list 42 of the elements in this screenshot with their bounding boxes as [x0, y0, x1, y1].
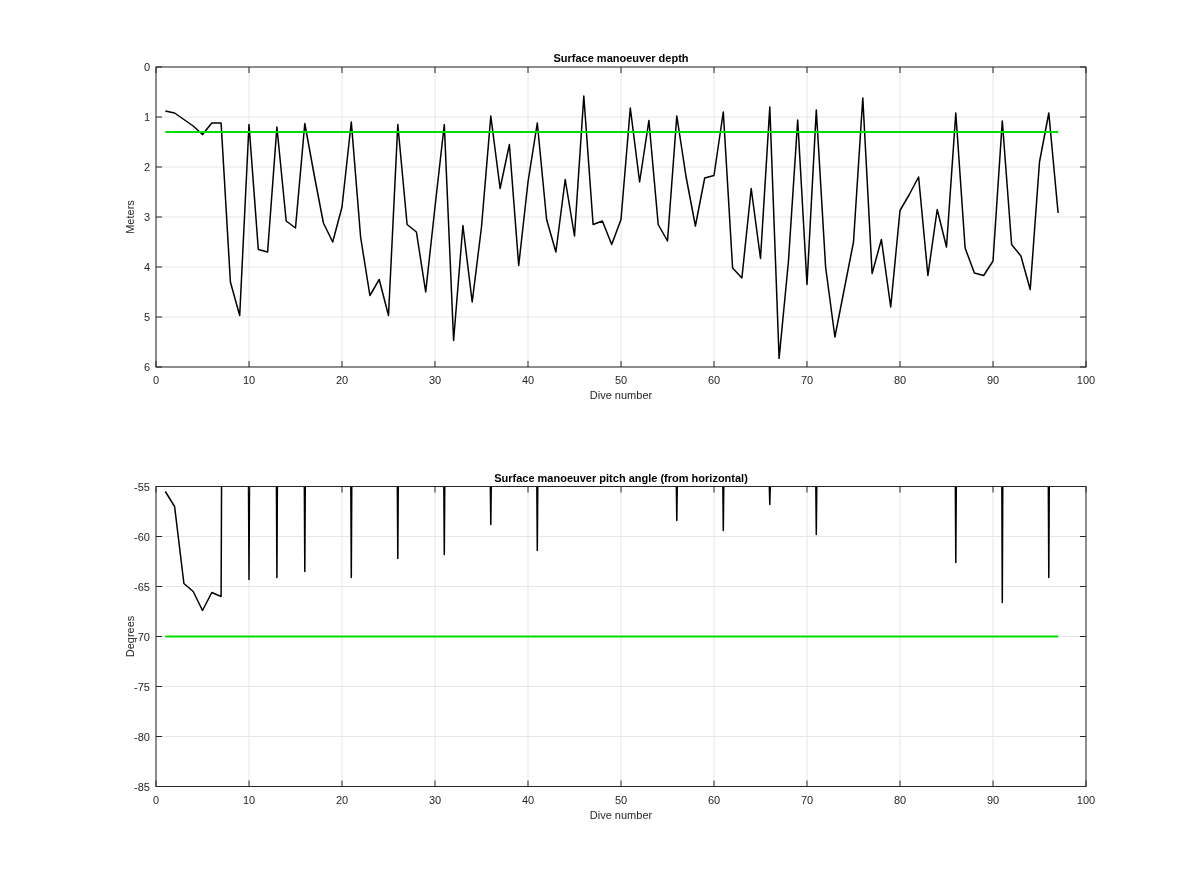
x-tick-label: 100 [1076, 793, 1096, 805]
y-tick-label: 1 [143, 111, 150, 123]
x-tick-label: 100 [1076, 374, 1096, 386]
x-axis-label: Dive number [589, 808, 653, 820]
x-tick-label: 20 [335, 374, 349, 386]
y-tick-label: 2 [143, 161, 150, 173]
y-tick-label: 4 [143, 261, 150, 273]
x-tick-label: 70 [800, 793, 814, 805]
y-tick-label: -75 [134, 680, 150, 692]
y-tick-label: -70 [134, 630, 150, 642]
x-tick-label: 0 [152, 793, 160, 805]
x-tick-label: 60 [707, 374, 721, 386]
x-tick-label: 10 [242, 793, 256, 805]
x-tick-label: 20 [335, 793, 349, 805]
y-tick-label: 3 [143, 211, 150, 223]
x-tick-label: 40 [521, 793, 535, 805]
x-tick-label: 90 [986, 793, 1000, 805]
chart-title: Surface manoeuver depth [553, 52, 689, 64]
x-tick-label: 0 [152, 374, 160, 386]
y-axis-label: Meters [124, 200, 136, 234]
y-tick-label: -85 [134, 780, 150, 792]
x-tick-label: 30 [428, 793, 442, 805]
x-tick-label: 90 [986, 374, 1000, 386]
x-tick-label: 80 [893, 374, 907, 386]
x-tick-label: 10 [242, 374, 256, 386]
y-axis-label: Degrees [124, 615, 136, 657]
y-tick-label: -65 [134, 580, 150, 592]
x-tick-label: 40 [521, 374, 535, 386]
x-tick-label: 80 [893, 793, 907, 805]
y-tick-label: -60 [134, 530, 150, 542]
y-tick-label: -80 [134, 730, 150, 742]
x-tick-label: 60 [707, 793, 721, 805]
y-tick-label: 5 [143, 311, 150, 323]
chart-title: Surface manoeuver pitch angle (from horizontal) [494, 471, 748, 483]
x-axis-label: Dive number [589, 389, 653, 401]
x-tick-label: 50 [614, 374, 628, 386]
x-tick-label: 30 [428, 374, 442, 386]
y-tick-label: 0 [143, 61, 150, 73]
x-tick-label: 70 [800, 374, 814, 386]
y-tick-label: 6 [143, 361, 150, 373]
x-tick-label: 50 [614, 793, 628, 805]
y-tick-label: -55 [134, 480, 150, 492]
